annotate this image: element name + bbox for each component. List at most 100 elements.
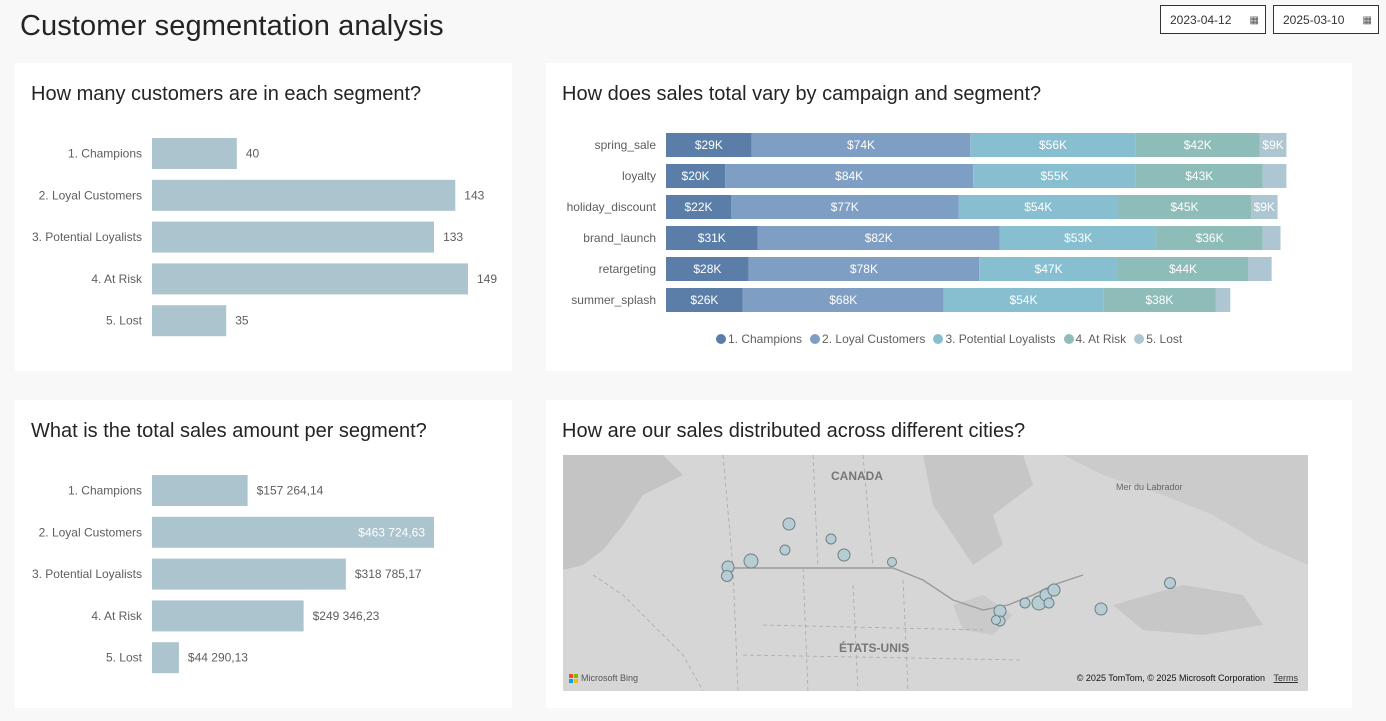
data-label: $54K — [1009, 293, 1037, 307]
data-label: $29K — [695, 138, 723, 152]
bar — [152, 305, 227, 337]
stack-segment — [1215, 288, 1231, 312]
end-date-input[interactable]: 2025-03-10 ▦ — [1273, 5, 1379, 34]
category-label: 2. Loyal Customers — [39, 188, 142, 202]
start-date-input[interactable]: 2023-04-12 ▦ — [1160, 5, 1266, 34]
sales-map[interactable]: CANADA ÉTATS-UNIS Mer du Labrador Micros… — [563, 455, 1308, 691]
data-label: $74K — [847, 138, 875, 152]
legend-label: 5. Lost — [1146, 332, 1183, 346]
category-label: 3. Potential Loyalists — [32, 230, 142, 244]
city-bubble — [743, 553, 759, 569]
stack-segment — [1248, 257, 1272, 281]
data-label: $38K — [1145, 293, 1173, 307]
stack-segment — [1262, 164, 1287, 188]
category-label: 4. At Risk — [91, 272, 143, 286]
data-label: 133 — [443, 230, 463, 244]
legend-item[interactable]: 2. Loyal Customers — [810, 332, 925, 346]
bar — [152, 179, 456, 211]
city-bubble — [782, 517, 796, 531]
data-label: $26K — [690, 293, 718, 307]
bar — [152, 221, 435, 253]
data-label: $47K — [1035, 262, 1063, 276]
category-label: 1. Champions — [68, 147, 142, 161]
legend-dot-icon — [933, 334, 944, 344]
city-sales-map-card: How are our sales distributed across dif… — [546, 400, 1352, 708]
data-label: $78K — [850, 262, 878, 276]
data-label: $9K — [1254, 200, 1275, 214]
data-label: $20K — [682, 169, 710, 183]
category-label: 3. Potential Loyalists — [32, 567, 142, 581]
data-label: $84K — [835, 169, 863, 183]
map-terms-link[interactable]: Terms — [1274, 673, 1299, 683]
city-bubble — [825, 533, 837, 545]
data-label: $249 346,23 — [313, 609, 380, 623]
category-label: 2. Loyal Customers — [39, 525, 142, 539]
city-bubble — [721, 570, 733, 582]
category-label: 4. At Risk — [91, 609, 143, 623]
page-title: Customer segmentation analysis — [20, 10, 444, 42]
category-label: 5. Lost — [106, 314, 143, 328]
category-label: summer_splash — [571, 293, 656, 307]
data-label: $318 785,17 — [355, 567, 422, 581]
city-bubble — [779, 544, 791, 556]
data-label: $43K — [1185, 169, 1213, 183]
city-bubbles-layer — [721, 517, 1176, 627]
data-label: $42K — [1184, 138, 1212, 152]
legend-dot-icon — [1134, 334, 1145, 344]
legend-dot-icon — [1063, 334, 1074, 344]
legend-label: 3. Potential Loyalists — [945, 332, 1056, 346]
data-label: $77K — [831, 200, 859, 214]
city-bubble — [1043, 597, 1055, 609]
category-label: 5. Lost — [106, 651, 143, 665]
category-label: spring_sale — [595, 138, 657, 152]
map-attribution: © 2025 TomTom, © 2025 Microsoft Corporat… — [1077, 673, 1298, 683]
microsoft-logo-icon — [569, 673, 578, 683]
legend-item[interactable]: 3. Potential Loyalists — [933, 332, 1056, 346]
bar — [152, 642, 179, 674]
legend-dot-icon — [716, 334, 726, 344]
city-bubble — [887, 557, 897, 567]
data-label: $463 724,63 — [358, 525, 425, 539]
calendar-icon[interactable]: ▦ — [1250, 6, 1259, 35]
stack-segment — [1262, 226, 1281, 250]
city-bubble — [1094, 602, 1108, 616]
legend-dot-icon — [810, 334, 821, 344]
customers-per-segment-card: How many customers are in each segment? … — [15, 63, 512, 371]
data-label: $157 264,14 — [257, 484, 324, 498]
legend-label: 4. At Risk — [1075, 332, 1127, 346]
bar — [152, 558, 346, 590]
bar — [152, 475, 248, 506]
data-label: $22K — [684, 200, 712, 214]
category-label: loyalty — [622, 169, 656, 183]
data-label: $68K — [829, 293, 857, 307]
calendar-icon[interactable]: ▦ — [1363, 6, 1372, 35]
data-label: $44K — [1169, 262, 1197, 276]
sales-per-segment-card: What is the total sales amount per segme… — [15, 400, 512, 708]
data-label: $28K — [693, 262, 721, 276]
data-label: 143 — [464, 188, 484, 202]
bing-logo: Microsoft Bing — [569, 673, 638, 683]
data-label: $9K — [1262, 138, 1283, 152]
data-label: $44 290,13 — [188, 651, 248, 665]
category-label: brand_launch — [583, 231, 656, 245]
legend-item[interactable]: 5. Lost — [1134, 332, 1182, 346]
data-label: $53K — [1064, 231, 1092, 245]
city-bubble — [991, 615, 1001, 625]
data-label: $56K — [1039, 138, 1067, 152]
legend-item[interactable]: 1. Champions — [716, 332, 802, 346]
data-label: 149 — [477, 272, 497, 286]
end-date-value: 2025-03-10 — [1283, 13, 1345, 27]
legend-item[interactable]: 4. At Risk — [1063, 332, 1127, 346]
sales-bar-chart: 1. Champions $157 264,14 2. Loyal Customer… — [32, 475, 434, 674]
map-copyright: © 2025 TomTom, © 2025 Microsoft Corporat… — [1076, 673, 1265, 683]
city-bubble — [1164, 577, 1176, 589]
category-label: retargeting — [599, 262, 656, 276]
campaign-stacked-bar-chart: spring_sale $29K $74K $56K $42K $9K loyalty $20… — [567, 133, 1287, 312]
category-label: holiday_discount — [567, 200, 657, 214]
data-label: 35 — [235, 314, 249, 328]
map-title: How are our sales distributed across dif… — [562, 420, 1026, 442]
data-label: $82K — [865, 231, 893, 245]
legend-label: 1. Champions — [728, 332, 803, 346]
category-label: 1. Champions — [68, 484, 142, 498]
customers-bar-chart: 1. Champions 40 2. Loyal Customers 143 3. Po… — [32, 138, 497, 337]
